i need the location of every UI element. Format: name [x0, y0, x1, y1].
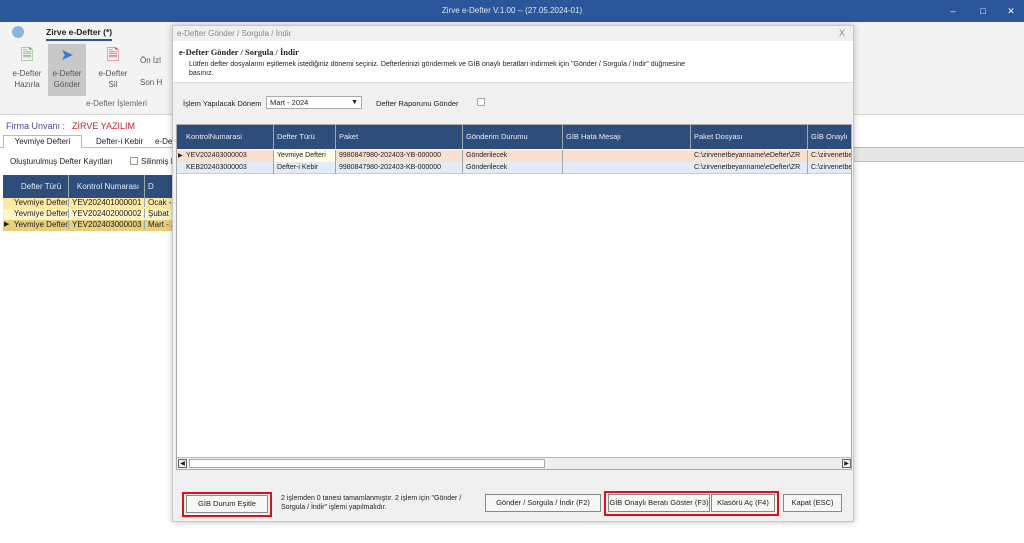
- row-pointer-icon: ▶: [178, 153, 183, 159]
- col-hata[interactable]: GİB Hata Mesajı: [563, 125, 691, 149]
- report-label: Defter Raporunu Gönder: [376, 99, 459, 108]
- cell: KEB202403000003: [183, 162, 274, 174]
- cell: YEV202403000003: [183, 150, 274, 162]
- close-button[interactable]: ✕: [998, 0, 1024, 22]
- cell: 9980847980-202403-KB-000000: [336, 162, 463, 174]
- maximize-button[interactable]: □: [970, 0, 996, 22]
- firma-name: ZİRVE YAZILIM: [72, 121, 136, 131]
- col-kontrol[interactable]: Kontrol Numarası: [69, 175, 145, 198]
- col-gib-onayli[interactable]: GİB Onaylı: [808, 125, 851, 149]
- app-menu-icon[interactable]: [12, 26, 24, 38]
- highlight-box: [182, 492, 272, 517]
- cell: Mart - 2: [145, 220, 173, 229]
- highlight-box: [604, 491, 779, 516]
- window-title: Zirve e-Defter V.1.00 -- (27.05.2024-01): [441, 6, 583, 15]
- minimize-button[interactable]: –: [940, 0, 966, 22]
- dialog-header: e-Defter Gönder / Sorgula / İndir Lütfen…: [173, 41, 853, 83]
- cell: Şubat -: [145, 209, 173, 218]
- cell: Gönderilecek: [463, 162, 563, 174]
- main-grid-body: Yevmiye DefteriYEV202401000001Ocak - 2 Y…: [3, 198, 173, 231]
- row-pointer-icon: ▶: [4, 221, 10, 228]
- button-label: Hazırla: [14, 80, 40, 89]
- cell: C:\zirvenetbe: [808, 150, 851, 162]
- button-label: Gönder: [53, 80, 81, 89]
- tab-yevmiye[interactable]: Yevmiye Defteri: [3, 135, 82, 148]
- onizleme-button[interactable]: Ön İzl: [140, 56, 161, 65]
- deleted-checkbox[interactable]: [130, 157, 138, 165]
- background-grid-header: [854, 148, 1024, 162]
- cell: C:\zirvenetbeyanname\eDefter\ZR: [691, 162, 808, 174]
- period-value: Mart - 2024: [270, 98, 309, 107]
- col-gonderim[interactable]: Gönderim Durumu: [463, 125, 563, 149]
- button-label: e-Defter: [98, 69, 128, 78]
- cell: Gönderilecek: [463, 150, 563, 162]
- period-select[interactable]: Mart - 2024 ▼: [266, 96, 362, 109]
- cell: C:\zirvenetbe: [808, 162, 851, 174]
- cell: Yevmiye Defteri: [274, 150, 336, 162]
- table-row[interactable]: ▶ YEV202403000003 Yevmiye Defteri 998084…: [177, 150, 851, 162]
- edefter-gonder-button[interactable]: ➤ e-Defter Gönder: [48, 44, 86, 96]
- col-paket-dosyasi[interactable]: Paket Dosyası: [691, 125, 808, 149]
- status-text: 2 işlemden 0 tanesi tamamlanmıştır. 2 iş…: [281, 495, 462, 511]
- button-label: e-Defter: [12, 69, 42, 78]
- gonder-sorgula-indir-button[interactable]: Gönder / Sorgula / İndir (F2): [485, 494, 601, 512]
- scrollbar-thumb[interactable]: [189, 459, 545, 468]
- cell: Yevmiye Defteri: [11, 209, 69, 218]
- son-button[interactable]: Son H: [140, 78, 162, 87]
- cell: YEV202402000002: [69, 209, 145, 218]
- button-label: e-Defter: [52, 69, 82, 78]
- records-label: Oluşturulmuş Defter Kayıtları: [10, 157, 113, 166]
- cell: Ocak - 2: [145, 198, 173, 207]
- dialog-close-icon[interactable]: X: [839, 28, 845, 38]
- edefter-hazirla-button[interactable]: 🗎 e-Defter Hazırla: [8, 46, 46, 94]
- horizontal-scrollbar[interactable]: ◀ ▶: [177, 457, 851, 469]
- table-row[interactable]: Yevmiye Defteri YEV202402000002 Şubat -: [3, 209, 173, 220]
- ribbon-tab-zirve[interactable]: Zirve e-Defter (*): [46, 27, 113, 41]
- tab-kebir[interactable]: Defter-i Kebir: [96, 137, 143, 146]
- scroll-right-icon[interactable]: ▶: [842, 459, 851, 468]
- dialog-description: Lütfen defter dosyalarını eşitlemek iste…: [189, 61, 685, 77]
- cell: Yevmiye Defteri: [11, 220, 69, 229]
- cell: 9980847980-202403-YB-000000: [336, 150, 463, 162]
- col-defter-turu[interactable]: Defter Türü: [11, 175, 69, 198]
- firma-label: Firma Unvanı :: [6, 121, 66, 131]
- edefter-sil-button[interactable]: 🗎 e-Defter Sil: [94, 46, 132, 94]
- period-label: İşlem Yapılacak Dönem: [183, 99, 262, 108]
- cell: C:\zirvenetbeyanname\eDefter\ZR: [691, 150, 808, 162]
- report-checkbox[interactable]: [477, 98, 485, 106]
- document-delete-icon: 🗎: [106, 47, 120, 64]
- main-grid-header: Defter Türü Kontrol Numarası D: [3, 175, 173, 198]
- button-label: Sil: [108, 80, 118, 89]
- col-paket[interactable]: Paket: [336, 125, 463, 149]
- dialog-grid-header: KontrolNumarasi Defter Türü Paket Gönder…: [177, 125, 851, 149]
- col-kontrol[interactable]: KontrolNumarasi: [183, 125, 274, 149]
- cell: YEV202401000001: [69, 198, 145, 207]
- chevron-down-icon: ▼: [351, 99, 358, 106]
- ribbon-group-label: e-Defter İşlemleri: [86, 99, 147, 108]
- table-row[interactable]: Yevmiye DefteriYEV202401000001Ocak - 2: [3, 198, 173, 209]
- scroll-left-icon[interactable]: ◀: [178, 459, 187, 468]
- tab-edefter[interactable]: e-De: [155, 137, 172, 146]
- cell: Defter-i Kebir: [274, 162, 336, 174]
- cell: YEV202403000003: [69, 220, 145, 229]
- table-row[interactable]: KEB202403000003 Defter-i Kebir 998084798…: [177, 162, 851, 174]
- dialog-grid: KontrolNumarasi Defter Türü Paket Gönder…: [176, 124, 852, 470]
- kapat-button[interactable]: Kapat (ESC): [783, 494, 842, 512]
- cell: Yevmiye Defteri: [11, 198, 69, 207]
- send-icon: ➤: [60, 47, 74, 64]
- col-donem[interactable]: D: [145, 175, 173, 198]
- title-bar: Zirve e-Defter V.1.00 -- (27.05.2024-01): [0, 0, 1024, 22]
- edefter-gonder-dialog: e-Defter Gönder / Sorgula / İndir X e-De…: [172, 25, 854, 522]
- table-row[interactable]: ▶ Yevmiye Defteri YEV202403000003 Mart - 2: [3, 220, 173, 231]
- col-defter-turu[interactable]: Defter Türü: [274, 125, 336, 149]
- document-add-icon: 🗎: [20, 47, 34, 64]
- dialog-heading: e-Defter Gönder / Sorgula / İndir: [179, 47, 299, 57]
- dialog-title: e-Defter Gönder / Sorgula / İndir: [177, 29, 292, 38]
